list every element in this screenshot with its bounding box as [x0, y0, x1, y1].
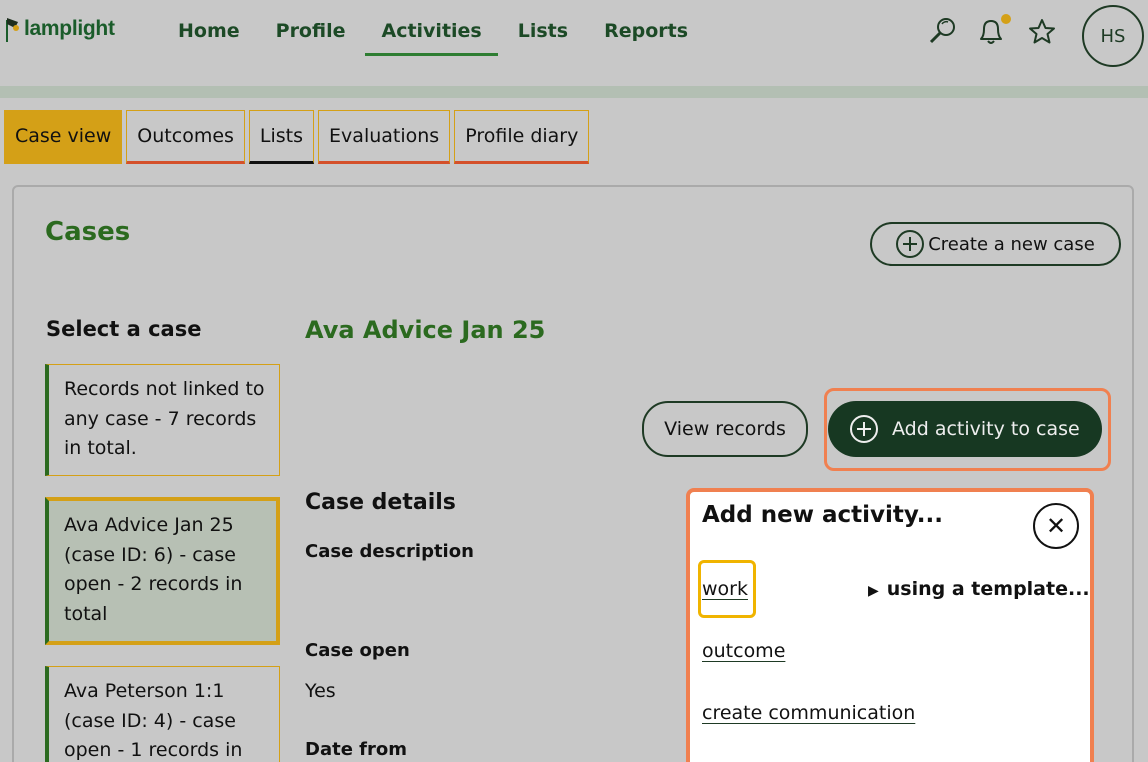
popup-title: Add new activity... — [702, 502, 943, 528]
case-tabs: Case view Outcomes Lists Evaluations Pro… — [4, 110, 590, 164]
caret-right-icon: ▶ — [868, 583, 879, 599]
case-open-value: Yes — [305, 680, 336, 702]
case-list-item[interactable]: Records not linked to any case - 7 recor… — [45, 364, 280, 476]
close-icon[interactable]: ✕ — [1033, 503, 1079, 549]
header-divider — [0, 86, 1148, 98]
case-name-heading: Ava Advice Jan 25 — [305, 316, 546, 344]
work-link[interactable]: work — [702, 578, 748, 600]
bell-icon[interactable] — [972, 14, 1011, 50]
top-navigation-bar: lamplight Home Profile Activities Lists … — [0, 0, 1148, 86]
case-list-item[interactable]: Ava Peterson 1:1 (case ID: 4) - case ope… — [45, 666, 280, 762]
outcome-link[interactable]: outcome — [702, 640, 785, 662]
template-toggle[interactable]: ▶ using a template... — [868, 578, 1090, 600]
add-activity-popup: Add new activity... ✕ work ▶ using a temp… — [686, 488, 1094, 762]
nav-home[interactable]: Home — [160, 0, 258, 56]
case-description-label: Case description — [305, 541, 474, 562]
user-avatar[interactable]: HS — [1082, 5, 1144, 67]
tab-lists[interactable]: Lists — [248, 110, 315, 164]
template-label: using a template... — [886, 578, 1090, 600]
nav-lists[interactable]: Lists — [500, 0, 586, 56]
search-icon[interactable] — [924, 14, 960, 50]
create-communication-link[interactable]: create communication — [702, 702, 915, 724]
notification-dot — [1001, 14, 1011, 24]
tab-evaluations[interactable]: Evaluations — [318, 110, 451, 164]
date-from-label: Date from — [305, 739, 407, 760]
tab-outcomes[interactable]: Outcomes — [126, 110, 245, 164]
case-details-heading: Case details — [305, 490, 456, 515]
create-case-button[interactable]: Create a new case — [870, 222, 1121, 266]
nav-activities[interactable]: Activities — [363, 0, 499, 56]
lamplight-logo[interactable]: lamplight — [4, 16, 115, 42]
nav-profile[interactable]: Profile — [258, 0, 364, 56]
nav-reports[interactable]: Reports — [586, 0, 706, 56]
select-case-heading: Select a case — [46, 317, 202, 341]
tab-profile-diary[interactable]: Profile diary — [454, 110, 590, 164]
lamp-icon — [4, 16, 22, 42]
plus-circle-icon — [850, 415, 878, 443]
case-open-label: Case open — [305, 640, 410, 661]
create-case-label: Create a new case — [928, 233, 1095, 255]
plus-circle-icon — [896, 230, 925, 258]
view-records-button[interactable]: View records — [642, 401, 808, 457]
add-activity-button[interactable]: Add activity to case — [828, 401, 1102, 457]
tab-case-view[interactable]: Case view — [4, 110, 123, 164]
case-list-item-selected[interactable]: Ava Advice Jan 25 (case ID: 6) - case op… — [45, 497, 280, 645]
add-activity-label: Add activity to case — [892, 418, 1080, 440]
brand-name: lamplight — [24, 17, 115, 40]
page-title: Cases — [45, 217, 131, 247]
main-nav: Home Profile Activities Lists Reports — [160, 0, 706, 86]
star-icon[interactable] — [1025, 14, 1061, 50]
